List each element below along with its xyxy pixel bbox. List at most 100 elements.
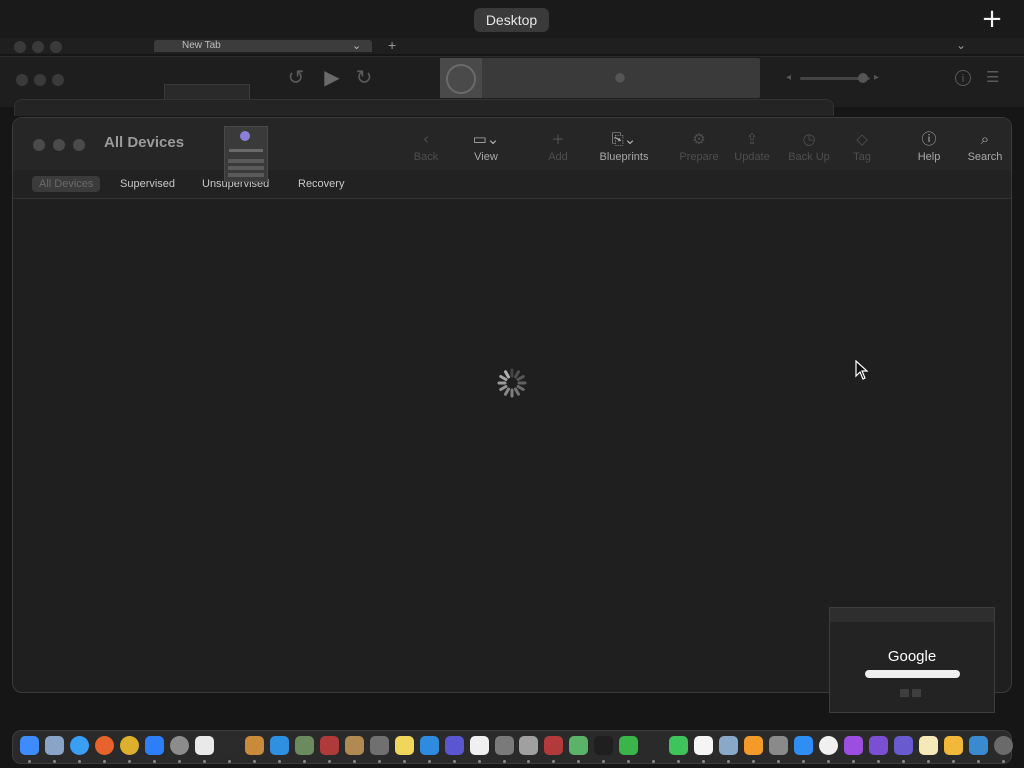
- close-icon[interactable]: ⌄: [352, 39, 364, 52]
- chevron-down-icon[interactable]: ⌄: [956, 38, 972, 52]
- calculator-icon[interactable]: [769, 736, 788, 755]
- running-indicator: [78, 760, 81, 763]
- toolbar-help-button[interactable]: ⓘ Help: [909, 128, 949, 168]
- toolbar-view-label: View: [474, 151, 498, 163]
- tab-recovery[interactable]: Recovery: [291, 176, 351, 192]
- keynote-icon[interactable]: [794, 736, 813, 755]
- running-indicator: [677, 760, 680, 763]
- running-indicator: [28, 760, 31, 763]
- running-indicator: [952, 760, 955, 763]
- skip-back-icon[interactable]: ↺: [284, 66, 308, 90]
- zoom-window-button[interactable]: [73, 139, 85, 151]
- cloud-app-icon[interactable]: [420, 736, 439, 755]
- toolbar-view-button[interactable]: ▭⌄ View: [463, 128, 509, 168]
- toolbar-tag-button[interactable]: ◇ Tag: [844, 128, 880, 168]
- bag-app-icon[interactable]: [345, 736, 364, 755]
- trash-icon[interactable]: [994, 736, 1013, 755]
- messages-icon[interactable]: [669, 736, 688, 755]
- google-buttons: [900, 684, 924, 697]
- safari-icon[interactable]: [70, 736, 89, 755]
- chevron-left-icon: ‹: [423, 130, 429, 148]
- calendar-icon[interactable]: [694, 736, 713, 755]
- chrome-tab-strip: [830, 608, 994, 622]
- launchpad-icon[interactable]: [45, 736, 64, 755]
- toolbar-back-button[interactable]: ‹ Back: [408, 128, 444, 168]
- apple-tv-icon[interactable]: [594, 736, 613, 755]
- photo-booth-icon[interactable]: [370, 736, 389, 755]
- apple-logo-icon: ●: [613, 64, 627, 89]
- chrome-window-thumbnail[interactable]: Google: [829, 607, 995, 713]
- preview-icon[interactable]: [719, 736, 738, 755]
- proxy-app-icon[interactable]: [969, 736, 988, 755]
- configurator-icon[interactable]: [894, 736, 913, 755]
- toolbar-add-button[interactable]: + Add: [538, 128, 578, 168]
- toolbar-blueprints-button[interactable]: ⎘⌄ Blueprints: [591, 128, 657, 168]
- blueprints-icon: ⎘⌄: [611, 130, 637, 148]
- minimize-window-button[interactable]: [53, 139, 65, 151]
- finder-icon[interactable]: [20, 736, 39, 755]
- configurator-profile-thumbnail[interactable]: [224, 126, 268, 182]
- vscode-icon[interactable]: [270, 736, 289, 755]
- plus-icon[interactable]: +: [980, 6, 1004, 34]
- firefox-icon[interactable]: [95, 736, 114, 755]
- find-my-icon[interactable]: [619, 736, 638, 755]
- running-indicator: [652, 760, 655, 763]
- textedit-icon[interactable]: [195, 736, 214, 755]
- toolbar-search-button[interactable]: ⌕ Search: [961, 128, 1009, 168]
- folder-icon[interactable]: [919, 736, 938, 755]
- running-indicator: [777, 760, 780, 763]
- background-browser-tab[interactable]: New Tab: [154, 40, 372, 52]
- running-indicator: [253, 760, 256, 763]
- toolbar-prepare-label: Prepare: [679, 151, 719, 163]
- toolbar-tag-label: Tag: [853, 151, 871, 163]
- books-icon[interactable]: [744, 736, 763, 755]
- running-indicator: [278, 760, 281, 763]
- backup-icon: ◷: [802, 130, 816, 148]
- tab-supervised[interactable]: Supervised: [113, 176, 182, 192]
- stocks-icon[interactable]: [644, 736, 663, 755]
- terminal-icon[interactable]: [220, 736, 239, 755]
- chrome-icon[interactable]: [120, 736, 139, 755]
- red-utility-icon[interactable]: [320, 736, 339, 755]
- update-icon: ⇪: [745, 130, 759, 148]
- info-icon[interactable]: i: [955, 70, 971, 86]
- thumbnail-button: [228, 159, 264, 163]
- play-icon[interactable]: ▶: [320, 66, 344, 90]
- app-store-icon[interactable]: [145, 736, 164, 755]
- volume-slider-knob[interactable]: [858, 73, 868, 83]
- running-indicator: [203, 760, 206, 763]
- window-controls[interactable]: [33, 138, 93, 156]
- utility-app-icon[interactable]: [295, 736, 314, 755]
- new-tab-icon[interactable]: +: [388, 37, 402, 53]
- running-indicator: [702, 760, 705, 763]
- notes-app-icon[interactable]: [395, 736, 414, 755]
- list-icon[interactable]: ☰: [986, 70, 1002, 86]
- toolbar-search-label: Search: [967, 151, 1003, 163]
- toolbar-prepare-button[interactable]: ⚙ Prepare: [673, 128, 725, 168]
- brush-app-icon[interactable]: [245, 736, 264, 755]
- background-window-edge[interactable]: [14, 99, 834, 116]
- dictionary-icon[interactable]: [544, 736, 563, 755]
- archive-icon[interactable]: [944, 736, 963, 755]
- skip-forward-icon[interactable]: ↻: [352, 66, 376, 90]
- visual-studio-icon[interactable]: [869, 736, 888, 755]
- window-title: All Devices: [104, 134, 185, 151]
- system-settings-icon[interactable]: [170, 736, 189, 755]
- news-icon[interactable]: [470, 736, 489, 755]
- toolbar-update-button[interactable]: ⇪ Update: [727, 128, 777, 168]
- running-indicator: [128, 760, 131, 763]
- tab-all-devices[interactable]: All Devices: [32, 176, 101, 192]
- running-indicator: [478, 760, 481, 763]
- layers-app-icon[interactable]: [445, 736, 464, 755]
- podcasts-icon[interactable]: [844, 736, 863, 755]
- chess-icon[interactable]: [519, 736, 538, 755]
- close-window-button[interactable]: [33, 139, 45, 151]
- maps-icon[interactable]: [569, 736, 588, 755]
- desktop-space-label[interactable]: Desktop: [474, 8, 549, 32]
- spinner-spoke: [504, 370, 510, 379]
- volume-high-icon: ▸: [874, 72, 880, 83]
- google-logo: Google: [887, 648, 937, 665]
- font-book-icon[interactable]: [495, 736, 514, 755]
- clock-icon[interactable]: [819, 736, 838, 755]
- toolbar-backup-button[interactable]: ◷ Back Up: [781, 128, 837, 168]
